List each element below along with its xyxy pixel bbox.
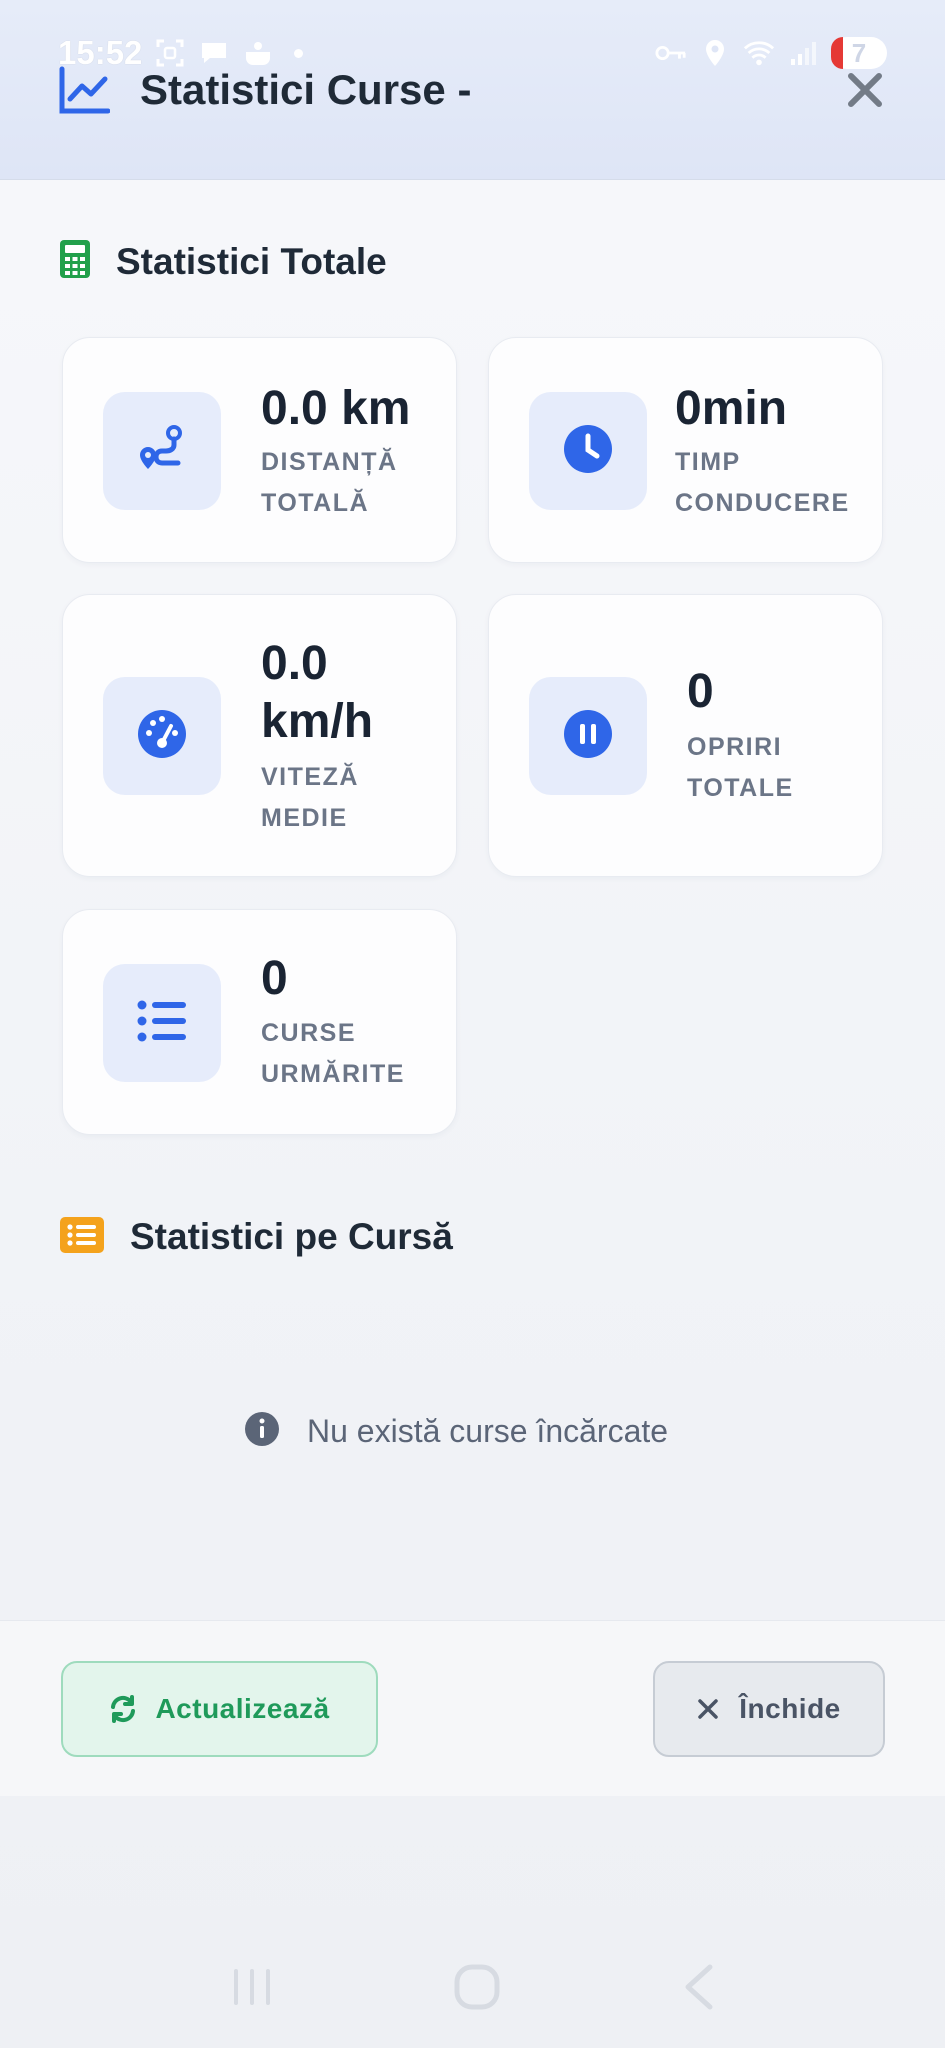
stat-card-driving-time: 0min TIMP CONDUCERE <box>488 337 883 563</box>
stat-icon-box <box>103 677 221 795</box>
stat-icon-box <box>103 392 221 510</box>
calculator-icon <box>60 240 90 283</box>
clock-icon <box>563 424 613 479</box>
close-button[interactable]: Închide <box>653 1661 885 1757</box>
back-button[interactable] <box>680 1963 716 2016</box>
info-icon <box>245 1412 279 1451</box>
stat-card-average-speed: 0.0 km/h VITEZĂ MEDIE <box>62 594 457 877</box>
home-button[interactable] <box>453 1963 501 2016</box>
stat-icon-box <box>529 677 647 795</box>
close-icon[interactable] <box>845 70 885 110</box>
stat-label: DISTANȚĂ TOTALĂ <box>261 448 398 517</box>
stat-value: 0 <box>687 665 714 718</box>
totals-section-heading: Statistici Totale <box>60 240 387 283</box>
stat-card-total-stops: 0 OPRIRI TOTALE <box>488 594 883 877</box>
pause-icon <box>563 709 613 764</box>
list-icon <box>137 999 187 1048</box>
stat-label: VITEZĂ MEDIE <box>261 763 359 832</box>
refresh-button-label: Actualizează <box>155 1693 330 1724</box>
system-nav-bar <box>0 1930 945 2048</box>
stat-icon-box <box>103 964 221 1082</box>
stat-value: 0min <box>675 382 788 435</box>
per-course-heading: Statistici pe Cursă <box>130 1216 453 1257</box>
stat-card-distance: 0.0 km DISTANȚĂ TOTALĂ <box>62 337 457 563</box>
stat-label: CURSE URMĂRITE <box>261 1019 405 1088</box>
totals-heading: Statistici Totale <box>116 240 387 282</box>
line-chart-icon <box>58 65 111 115</box>
modal-title: Statistici Curse - <box>140 66 472 113</box>
notification-dot <box>294 48 304 58</box>
per-course-section-heading: Statistici pe Cursă <box>60 1216 453 1258</box>
stat-icon-box <box>529 392 647 510</box>
recent-apps-button[interactable] <box>230 1967 274 2012</box>
modal-header: 15:52 7 Statistici Curse - <box>0 0 945 180</box>
route-icon <box>136 423 188 480</box>
refresh-button[interactable]: Actualizează <box>61 1661 378 1757</box>
empty-state-text: Nu există curse încărcate <box>307 1413 669 1449</box>
stat-value: 0.0 km <box>261 382 411 435</box>
empty-state: Nu există curse încărcate <box>245 1412 668 1451</box>
list-alt-icon <box>60 1216 104 1258</box>
stat-value: 0 <box>261 952 288 1005</box>
stat-card-tracked-courses: 0 CURSE URMĂRITE <box>62 909 457 1135</box>
stat-label: TIMP CONDUCERE <box>675 448 850 517</box>
close-small-icon <box>697 1698 739 1720</box>
stat-value: 0.0 km/h <box>261 637 374 748</box>
modal-footer: Actualizează Închide <box>0 1620 945 1796</box>
speedometer-icon <box>137 709 187 764</box>
stat-label: OPRIRI TOTALE <box>687 733 794 802</box>
close-button-label: Închide <box>739 1693 841 1724</box>
refresh-icon <box>109 1695 155 1723</box>
